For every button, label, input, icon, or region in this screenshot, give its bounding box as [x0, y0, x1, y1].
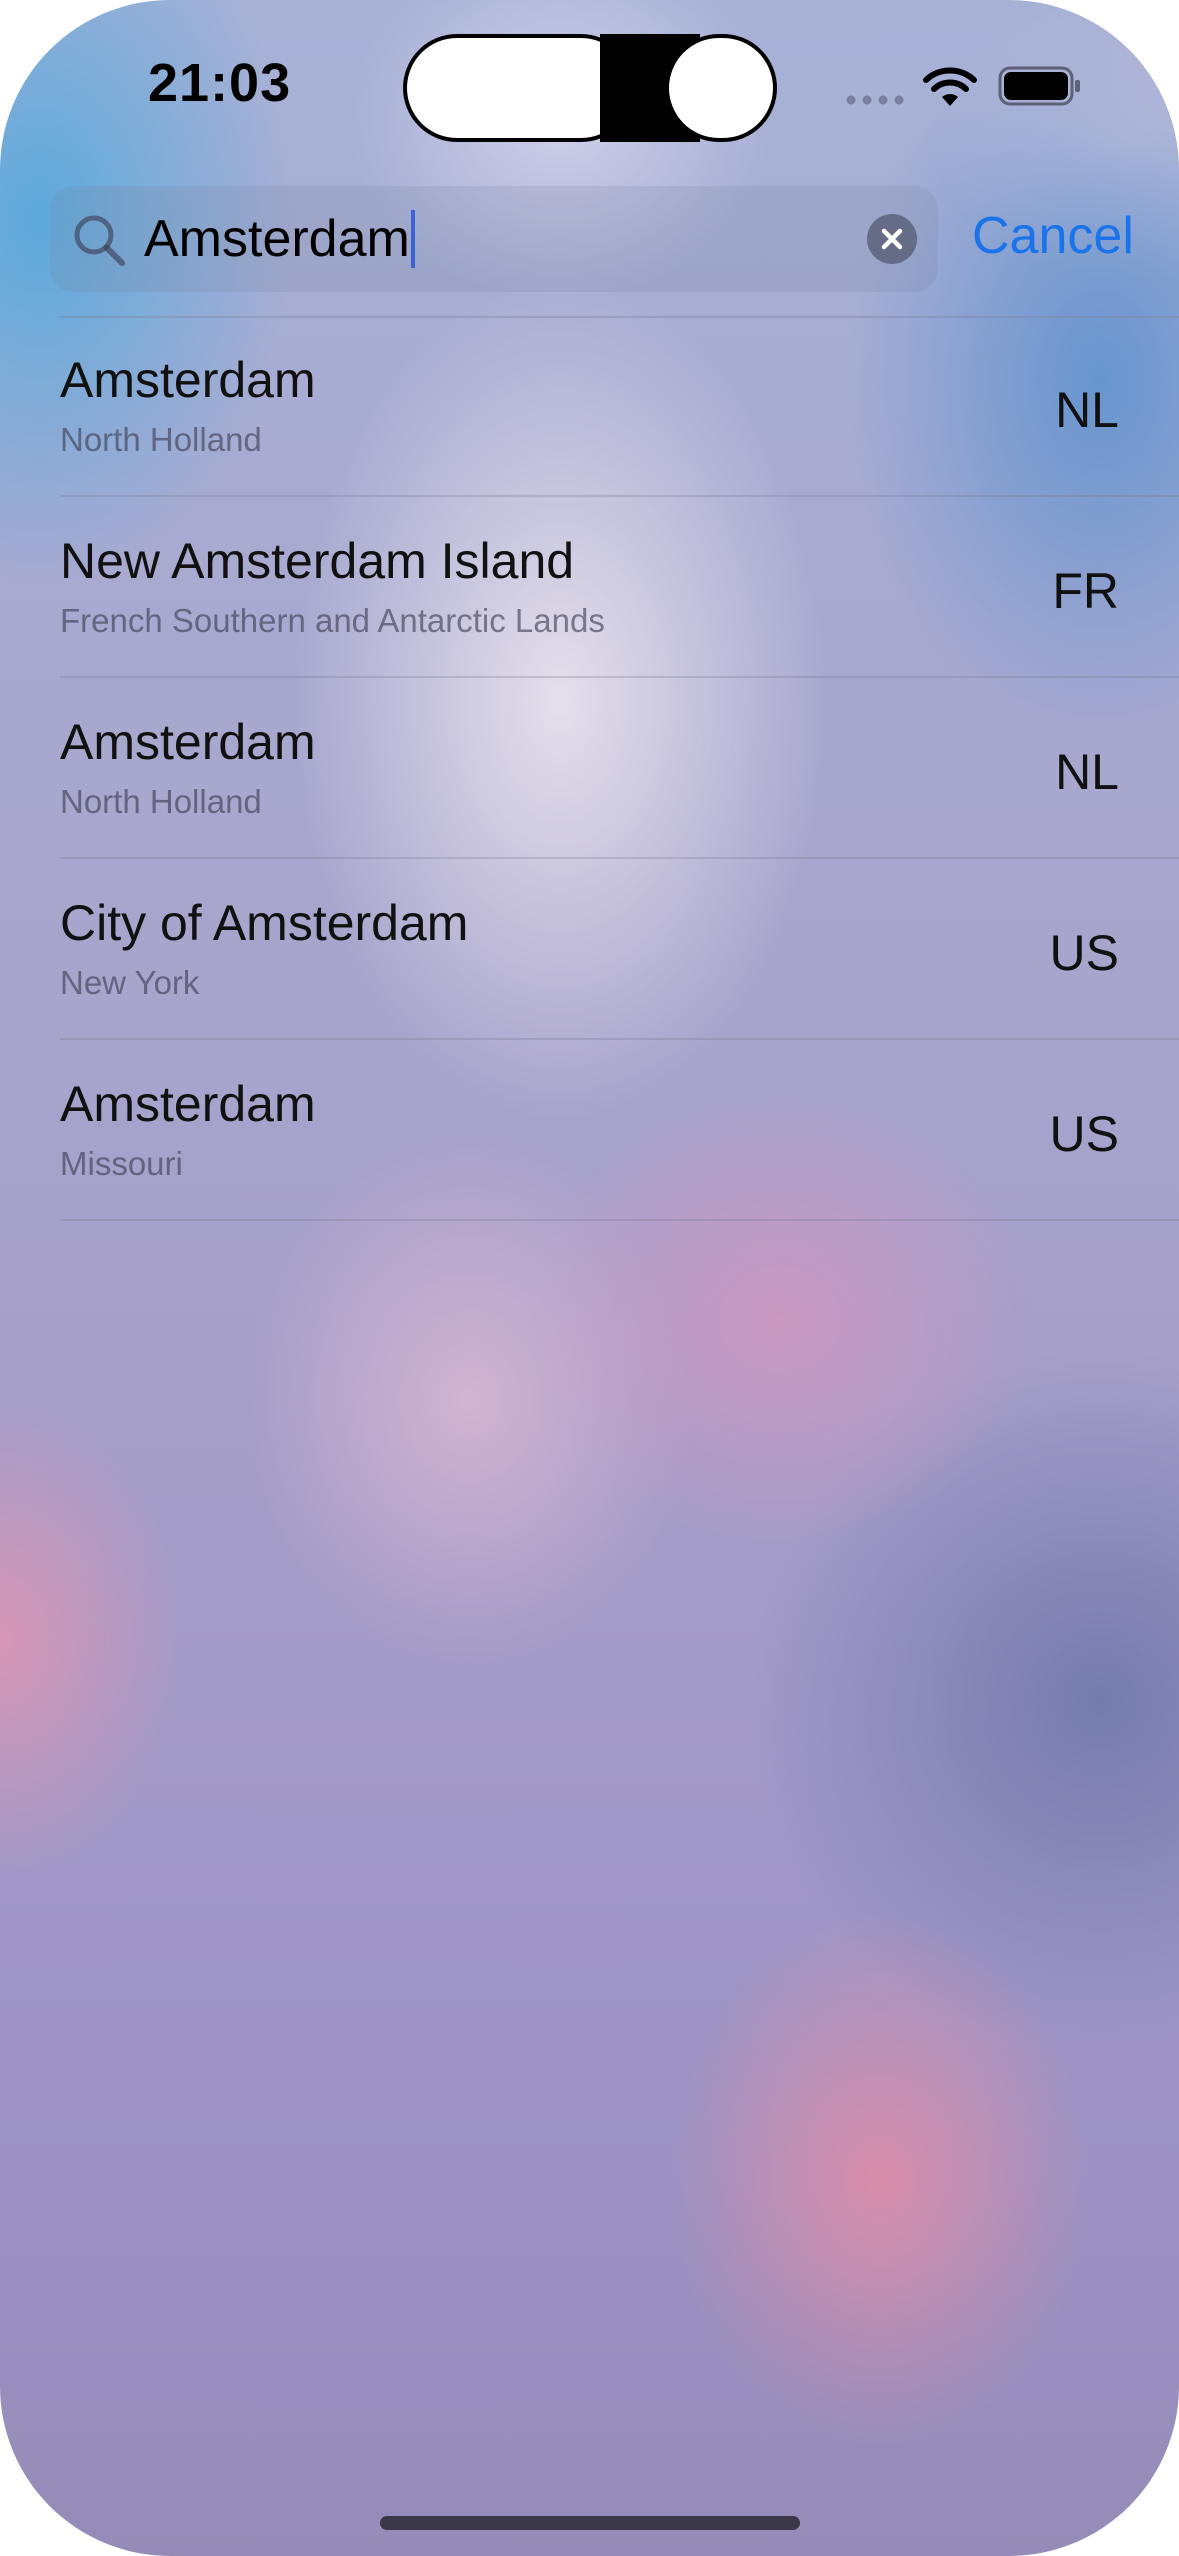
clear-icon[interactable] — [866, 213, 918, 265]
result-country-code: FR — [1052, 563, 1119, 619]
status-time: 21:03 — [148, 53, 292, 113]
result-subtitle: North Holland — [60, 421, 262, 458]
result-country-code: US — [1049, 925, 1119, 981]
search-field[interactable]: Amsterdam — [50, 186, 938, 292]
screen: 21:03 Amsterdam Cancel Amsterdam North H… — [0, 0, 1179, 2556]
result-row[interactable]: Amsterdam Missouri US — [60, 1040, 1179, 1221]
result-title: Amsterdam — [60, 714, 316, 770]
battery-icon — [998, 66, 1080, 106]
result-subtitle: Missouri — [60, 1145, 183, 1182]
result-subtitle: French Southern and Antarctic Lands — [60, 602, 605, 639]
result-title: Amsterdam — [60, 352, 316, 408]
cancel-button[interactable]: Cancel — [972, 206, 1134, 266]
result-title: Amsterdam — [60, 1076, 316, 1132]
cellular-signal-icon — [846, 95, 904, 105]
result-row[interactable]: City of Amsterdam New York US — [60, 859, 1179, 1040]
result-country-code: US — [1049, 1106, 1119, 1162]
result-subtitle: New York — [60, 964, 200, 1001]
result-title: New Amsterdam Island — [60, 533, 575, 589]
search-query: Amsterdam — [144, 210, 410, 268]
result-row[interactable]: New Amsterdam Island French Southern and… — [60, 497, 1179, 678]
text-caret — [410, 210, 415, 268]
result-title: City of Amsterdam — [60, 895, 469, 951]
search-input[interactable]: Amsterdam — [144, 210, 415, 268]
result-subtitle: North Holland — [60, 783, 262, 820]
result-country-code: NL — [1055, 382, 1119, 438]
search-results-list: Amsterdam North Holland NL New Amsterdam… — [0, 316, 1179, 1221]
result-row[interactable]: Amsterdam North Holland NL — [60, 316, 1179, 497]
dynamic-island-right — [665, 34, 777, 142]
result-country-code: NL — [1055, 744, 1119, 800]
wifi-icon — [923, 67, 977, 106]
home-indicator[interactable] — [380, 2516, 800, 2530]
result-row[interactable]: Amsterdam North Holland NL — [60, 678, 1179, 859]
search-icon — [74, 215, 125, 266]
